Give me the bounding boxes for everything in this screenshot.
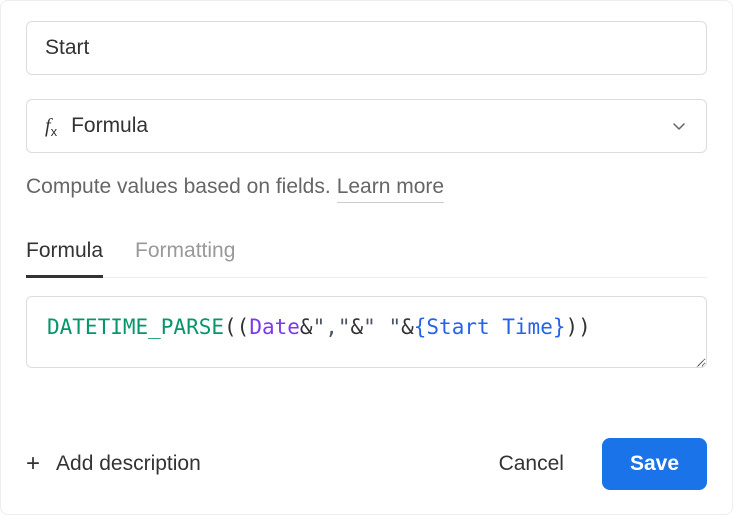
cancel-button[interactable]: Cancel [479, 440, 584, 488]
formula-token-operator: & [300, 315, 313, 339]
tabs: Formula Formatting [26, 239, 707, 278]
field-type-description: Compute values based on fields. Learn mo… [26, 175, 707, 203]
field-type-label: Formula [71, 114, 656, 138]
field-config-panel: fx Formula Compute values based on field… [0, 0, 733, 515]
formula-token-operator: & [401, 315, 414, 339]
formula-token-field: Start Time [426, 315, 552, 339]
learn-more-link[interactable]: Learn more [337, 175, 444, 203]
add-description-label: Add description [56, 452, 201, 476]
formula-token-function: DATETIME_PARSE [47, 315, 224, 339]
formula-icon: fx [45, 115, 57, 138]
formula-token-brace: { [414, 315, 427, 339]
formula-token-string: "," [313, 315, 351, 339]
formula-token-operator: & [351, 315, 364, 339]
description-text: Compute values based on fields. [26, 175, 331, 199]
add-description-button[interactable]: + Add description [26, 452, 201, 476]
formula-editor[interactable]: DATETIME_PARSE((Date&","&" "&{Start Time… [26, 296, 707, 368]
tab-formatting[interactable]: Formatting [135, 239, 235, 278]
field-type-select[interactable]: fx Formula [26, 99, 707, 153]
plus-icon: + [26, 452, 40, 476]
field-name-input[interactable] [26, 21, 707, 75]
formula-token-brace: } [553, 315, 566, 339]
save-button[interactable]: Save [602, 438, 707, 490]
formula-token-paren: ( [237, 315, 250, 339]
resize-handle[interactable] [691, 352, 703, 364]
formula-token-paren: ( [224, 315, 237, 339]
formula-token-paren: ) [566, 315, 579, 339]
formula-token-paren: ) [578, 315, 591, 339]
formula-token-field: Date [249, 315, 300, 339]
tab-formula[interactable]: Formula [26, 239, 103, 278]
footer: + Add description Cancel Save [26, 410, 707, 490]
formula-token-string: " " [363, 315, 401, 339]
chevron-down-icon [670, 117, 688, 135]
